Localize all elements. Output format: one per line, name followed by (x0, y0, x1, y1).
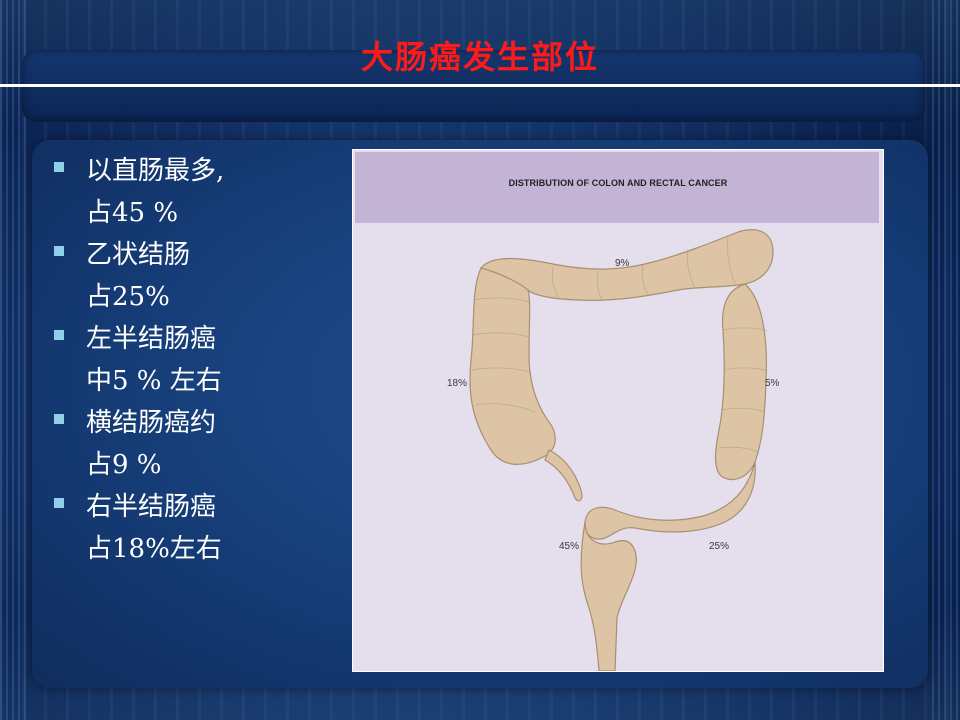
square-bullet-icon (54, 162, 64, 172)
label-sigmoid-percent: 25% (709, 541, 730, 552)
bullet-text: 乙状结肠 (86, 240, 191, 270)
right-edge-decoration (932, 0, 960, 720)
bullet-item-right-colon: 右半结肠癌 占18%左右 (50, 486, 340, 570)
bullet-text: 左半结肠癌 (86, 324, 217, 354)
label-descending-percent: 5% (765, 378, 780, 389)
title-divider (0, 84, 960, 87)
bullet-text: 占45 % (86, 198, 179, 228)
bullet-text: 横结肠癌约 (86, 408, 217, 438)
bullet-text: 占9 % (86, 450, 162, 480)
descending-colon-shape (714, 283, 767, 481)
label-ascending-percent: 18% (447, 378, 468, 389)
bullet-text: 占18%左右 (86, 534, 222, 564)
square-bullet-icon (54, 414, 64, 424)
bullet-list: 以直肠最多, 占45 % 乙状结肠 占25% 左半结肠癌 中5 % 左右 横结肠… (50, 150, 340, 570)
square-bullet-icon (54, 246, 64, 256)
slide-title: 大肠癌发生部位 (360, 38, 599, 76)
square-bullet-icon (54, 330, 64, 340)
bullet-item-left-colon: 左半结肠癌 中5 % 左右 (50, 318, 340, 402)
appendix-shape (544, 449, 583, 502)
square-bullet-icon (54, 498, 64, 508)
label-transverse-percent: 9% (615, 258, 630, 269)
bullet-item-sigmoid: 乙状结肠 占25% (50, 234, 340, 318)
bullet-item-rectum: 以直肠最多, 占45 % (50, 150, 340, 234)
colon-illustration (469, 229, 774, 671)
ascending-colon-shape (469, 267, 556, 465)
bullet-item-transverse: 横结肠癌约 占9 % (50, 402, 340, 486)
colon-distribution-figure: DISTRIBUTION OF COLON AND RECTAL CANCER (352, 149, 884, 672)
rectum-shape (580, 521, 637, 671)
bullet-text: 以直肠最多, (86, 156, 225, 186)
label-rectum-percent: 45% (559, 541, 580, 552)
bullet-text: 中5 % 左右 (86, 366, 222, 396)
bullet-text: 占25% (86, 282, 170, 312)
bullet-text: 右半结肠癌 (86, 492, 217, 522)
